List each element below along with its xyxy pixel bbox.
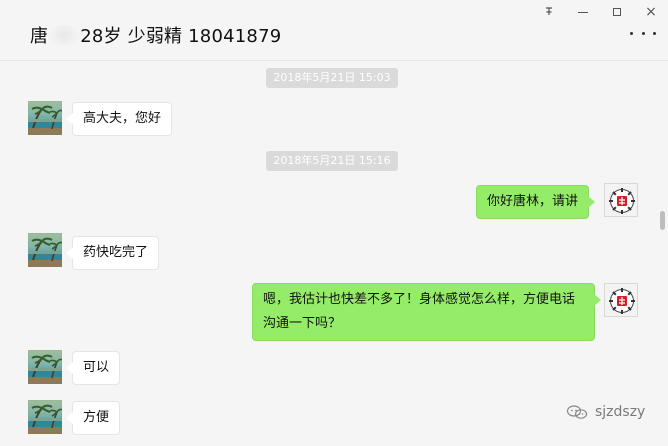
more-options-button[interactable] — [630, 26, 656, 40]
minimize-icon — [578, 11, 588, 13]
maximize-icon — [613, 8, 621, 16]
palm-tree-icon — [28, 105, 62, 135]
palm-tree-icon — [28, 237, 62, 267]
avatar-patient[interactable] — [28, 400, 62, 434]
wechat-icon — [566, 405, 588, 419]
timestamp: 2018年5月21日 15:16 — [266, 151, 398, 171]
palm-tree-icon — [28, 354, 62, 384]
close-button[interactable]: × — [640, 4, 662, 20]
watermark-text: sjzdszy — [595, 404, 646, 420]
chat-header: 唐 28岁 少弱精 18041879 × — [0, 0, 668, 61]
blurred-name-mask — [50, 25, 79, 45]
pin-icon — [546, 7, 552, 15]
timestamp: 2018年5月21日 15:03 — [266, 68, 398, 88]
avatar-doctor[interactable] — [604, 283, 638, 317]
message-bubble-left: 方便 — [65, 401, 121, 435]
message-bubble-left: 药快吃完了 — [65, 236, 160, 270]
more-icon — [641, 31, 645, 35]
avatar-patient[interactable] — [28, 350, 62, 384]
hospital-logo-icon — [609, 288, 635, 314]
hospital-logo-icon — [609, 188, 635, 214]
message-bubble-right: 嗯，我估计也快差不多了！身体感觉怎么样，方便电话沟通一下吗？ — [252, 283, 601, 341]
watermark: sjzdszy — [566, 404, 645, 420]
chat-window: 唐 28岁 少弱精 18041879 × 2018年5月21日 15:03 高大… — [0, 0, 668, 446]
minimize-button[interactable] — [572, 4, 594, 20]
palm-tree-icon — [28, 404, 62, 434]
maximize-button[interactable] — [606, 4, 628, 20]
chat-title-suffix: 28岁 少弱精 18041879 — [80, 26, 282, 47]
message-bubble-right: 你好唐林，请讲 — [476, 185, 596, 219]
avatar-patient[interactable] — [28, 233, 62, 267]
chat-title: 唐 28岁 少弱精 18041879 — [30, 22, 281, 48]
chat-title-prefix: 唐 — [30, 26, 49, 47]
more-icon — [653, 31, 656, 35]
more-icon — [630, 31, 633, 35]
close-icon: × — [645, 4, 657, 20]
avatar-patient[interactable] — [28, 101, 62, 135]
avatar-doctor[interactable] — [604, 183, 638, 217]
chat-scrollbar[interactable] — [660, 211, 665, 230]
message-bubble-left: 可以 — [65, 351, 121, 385]
message-bubble-left: 高大夫，您好 — [65, 102, 173, 136]
pin-button[interactable] — [538, 4, 560, 20]
